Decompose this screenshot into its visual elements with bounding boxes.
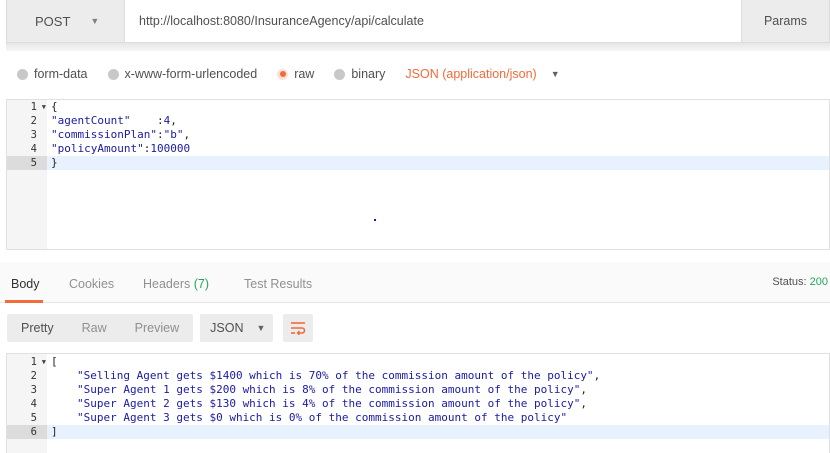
view-mode-group: Pretty Raw Preview <box>7 314 194 342</box>
tab-body[interactable]: Body <box>11 277 40 291</box>
code-line-active: 5 } <box>7 156 829 170</box>
json-comma: , <box>593 369 601 382</box>
body-type-raw[interactable]: raw <box>277 67 314 81</box>
request-body-editor[interactable]: 1 ▼ { 2 "agentCount" :4, 3 "commissionPla… <box>6 99 830 250</box>
json-comma: , <box>183 128 191 141</box>
body-type-binary[interactable]: binary <box>334 67 385 81</box>
content-type-label: JSON (application/json) <box>405 67 537 81</box>
code-text: } <box>51 156 58 169</box>
line-number: 1 <box>30 356 37 368</box>
json-string: "Super Agent 1 gets $200 which is 8% of … <box>77 383 581 396</box>
json-string: "Selling Agent gets $1400 which is 70% o… <box>77 369 594 382</box>
json-key: "policyAmount" <box>51 142 144 155</box>
line-number: 3 <box>30 129 37 141</box>
http-method-label: POST <box>35 13 71 29</box>
wrap-lines-icon <box>291 322 306 335</box>
request-url-bar: POST ▼ http://localhost:8080/InsuranceAg… <box>6 0 830 43</box>
status-label: Status: <box>772 276 807 288</box>
fold-arrow-icon[interactable]: ▼ <box>42 100 46 114</box>
json-colon: : <box>130 114 164 127</box>
headers-count-badge: (7) <box>193 277 210 291</box>
response-status: Status: 200 <box>772 276 828 288</box>
body-type-urlencoded[interactable]: x-www-form-urlencoded <box>107 67 258 81</box>
json-value: 100000 <box>150 142 191 155</box>
code-line: 4 "policyAmount":100000 <box>7 142 829 156</box>
code-line: 3 "commissionPlan":"b", <box>7 128 829 142</box>
code-line: 5 "Super Agent 3 gets $0 which is 0% of … <box>7 411 829 425</box>
radio-icon[interactable] <box>17 68 28 80</box>
radio-icon[interactable] <box>107 68 119 80</box>
line-number: 1 <box>30 101 37 113</box>
line-number: 4 <box>30 143 37 155</box>
code-line-active: 6 ] <box>7 425 829 439</box>
code-line: 4 "Super Agent 2 gets $130 which is 4% o… <box>7 397 829 411</box>
body-type-label: binary <box>351 67 386 81</box>
json-colon: : <box>156 128 164 141</box>
response-body-viewer[interactable]: 1 ▼ [ 2 "Selling Agent gets $1400 which i… <box>6 353 830 453</box>
body-type-label: form-data <box>34 67 88 81</box>
body-type-options: form-data x-www-form-urlencoded raw bina… <box>17 64 560 84</box>
line-number: 4 <box>30 398 37 410</box>
code-line: 1 ▼ { <box>7 100 829 114</box>
line-number: 2 <box>30 115 37 127</box>
line-number: 5 <box>30 157 37 169</box>
tab-headers[interactable]: Headers (7) <box>143 277 209 291</box>
json-key: "commissionPlan" <box>51 128 157 141</box>
format-label: JSON <box>210 321 244 335</box>
fold-arrow-icon[interactable]: ▼ <box>42 355 46 369</box>
tab-headers-label: Headers <box>143 277 191 291</box>
cursor-dot <box>374 219 376 221</box>
tab-cookies[interactable]: Cookies <box>69 277 114 291</box>
line-number: 3 <box>30 384 37 396</box>
tab-test-results[interactable]: Test Results <box>244 277 312 291</box>
status-code: 200 <box>809 276 828 288</box>
chevron-down-icon: ▼ <box>550 69 560 79</box>
json-string: "Super Agent 3 gets $0 which is 0% of th… <box>77 411 568 424</box>
view-pretty-button[interactable]: Pretty <box>7 314 68 342</box>
chevron-down-icon: ▼ <box>256 323 266 333</box>
code-line: 2 "agentCount" :4, <box>7 114 829 128</box>
url-input[interactable]: http://localhost:8080/InsuranceAgency/ap… <box>125 0 741 42</box>
url-bar-divider <box>6 43 830 51</box>
chevron-down-icon: ▼ <box>90 16 100 26</box>
content-type-select[interactable]: JSON (application/json) ▼ <box>405 67 559 81</box>
response-format-toolbar: Pretty Raw Preview JSON ▼ <box>7 314 314 342</box>
json-comma: , <box>170 114 177 127</box>
json-key: "agentCount" <box>51 114 131 127</box>
json-string: "Super Agent 2 gets $130 which is 4% of … <box>77 397 581 410</box>
line-number: 2 <box>30 370 37 382</box>
code-text: ] <box>51 425 58 438</box>
code-line: 3 "Super Agent 1 gets $200 which is 8% o… <box>7 383 829 397</box>
code-line: 2 "Selling Agent gets $1400 which is 70%… <box>7 369 829 383</box>
json-value: "b" <box>163 128 184 141</box>
line-number: 6 <box>30 426 37 438</box>
code-text: { <box>51 100 58 113</box>
view-preview-button[interactable]: Preview <box>121 314 193 342</box>
code-text: [ <box>51 355 58 368</box>
code-line: 1 ▼ [ <box>7 355 829 369</box>
json-comma: , <box>580 383 587 396</box>
response-format-select[interactable]: JSON ▼ <box>200 314 274 342</box>
http-method-select[interactable]: POST ▼ <box>7 0 125 42</box>
body-type-label: raw <box>294 67 315 81</box>
body-type-form-data[interactable]: form-data <box>17 67 88 81</box>
line-number: 5 <box>30 412 37 424</box>
params-button[interactable]: Params <box>741 0 829 42</box>
active-tab-indicator <box>5 300 43 303</box>
response-tabs: Body Cookies Headers (7) Test Results St… <box>0 262 830 303</box>
wrap-lines-button[interactable] <box>283 314 314 342</box>
body-type-label: x-www-form-urlencoded <box>124 67 258 81</box>
view-raw-button[interactable]: Raw <box>68 314 121 342</box>
radio-icon[interactable] <box>334 68 346 80</box>
json-comma: , <box>580 397 587 410</box>
radio-selected-icon[interactable] <box>277 68 289 80</box>
